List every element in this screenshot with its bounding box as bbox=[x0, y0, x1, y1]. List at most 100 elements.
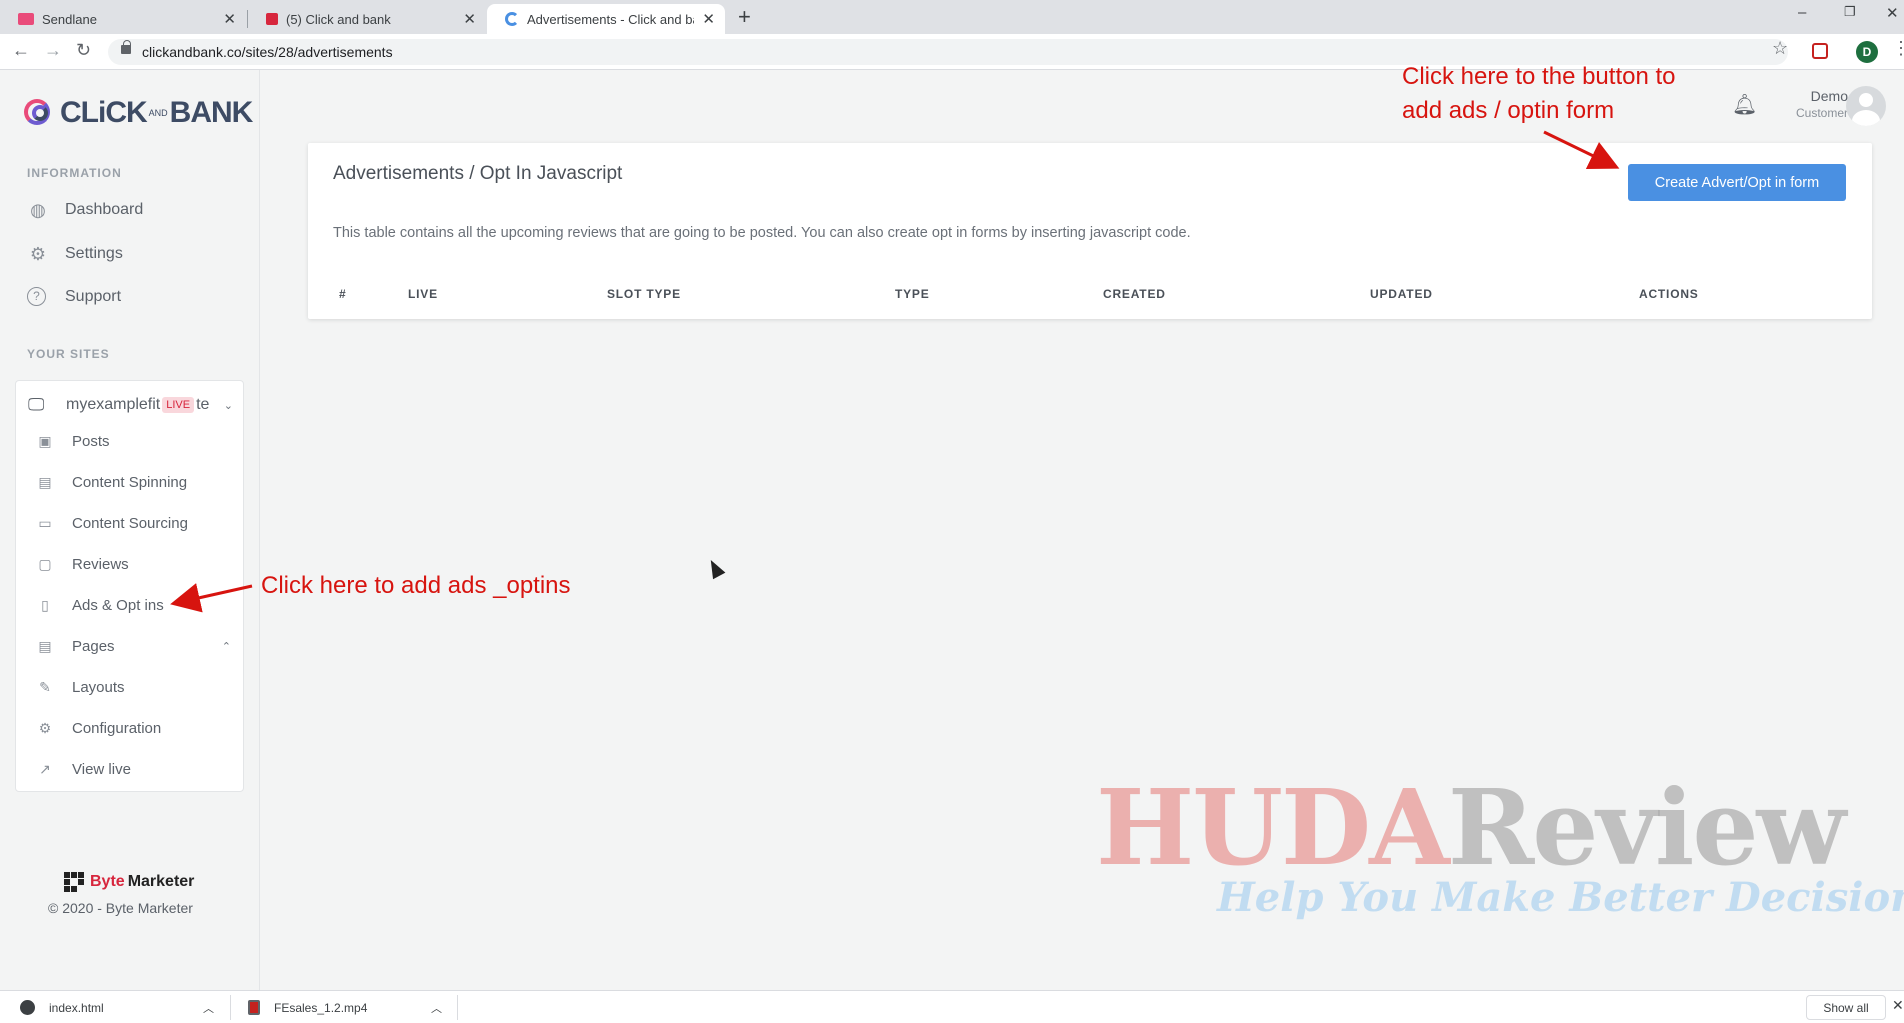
sidebar-item-support[interactable]: ? Support bbox=[27, 287, 121, 306]
user-avatar[interactable] bbox=[1846, 86, 1886, 126]
sidebar-item-settings[interactable]: ⚙ Settings bbox=[27, 243, 123, 265]
click-and-bank-favicon-icon bbox=[266, 13, 278, 25]
profile-avatar[interactable]: D bbox=[1856, 41, 1878, 63]
brand-byte: Byte bbox=[90, 873, 125, 890]
sidebar-item-content-spinning[interactable]: ▤ Content Spinning bbox=[36, 474, 231, 491]
copyright: © 2020 - Byte Marketer bbox=[48, 900, 193, 916]
download-item-index[interactable]: index.html ︿ bbox=[20, 991, 214, 1023]
url-text: clickandbank.co/sites/28/advertisements bbox=[142, 44, 393, 60]
column-header-number: # bbox=[339, 287, 347, 301]
sidebar-item-label: Reviews bbox=[72, 556, 129, 573]
download-divider bbox=[457, 995, 458, 1020]
annotation-ads-optins: Click here to add ads _optins bbox=[261, 572, 571, 599]
sidebar-item-label: Support bbox=[65, 287, 122, 305]
comment-icon: ▢ bbox=[38, 556, 52, 572]
sidebar-item-reviews[interactable]: ▢ Reviews bbox=[36, 556, 231, 573]
download-filename: index.html bbox=[49, 1000, 104, 1015]
new-tab-icon[interactable]: + bbox=[738, 4, 751, 30]
your-sites-heading: YOUR SITES bbox=[27, 347, 110, 361]
sidebar-item-label: Ads & Opt ins bbox=[72, 597, 164, 614]
download-filename: FEsales_1.2.mp4 bbox=[274, 1000, 368, 1015]
site-selector[interactable]: 🖵 myexamplefit LIVE te ⌄ bbox=[28, 393, 233, 417]
extension-icon[interactable] bbox=[1812, 43, 1828, 59]
page-description: This table contains all the upcoming rev… bbox=[333, 225, 1191, 241]
sidebar: CLiCK AND BANK INFORMATION ◍ Dashboard ⚙… bbox=[0, 70, 260, 990]
download-divider bbox=[230, 995, 231, 1020]
sidebar-item-label: Content Sourcing bbox=[72, 515, 188, 532]
gear-icon: ⚙ bbox=[29, 244, 47, 264]
live-badge: LIVE bbox=[162, 397, 195, 413]
external-link-icon: ↗ bbox=[39, 761, 51, 777]
sidebar-item-label: Dashboard bbox=[65, 201, 144, 218]
back-icon[interactable]: ← bbox=[12, 40, 30, 61]
close-icon[interactable]: ✕ bbox=[463, 10, 476, 28]
window-close-icon[interactable]: ✕ bbox=[1886, 4, 1899, 22]
tab-title: (5) Click and bank bbox=[286, 11, 391, 27]
posts-icon: ▣ bbox=[38, 433, 52, 449]
site-name-start: myexamplefit bbox=[66, 396, 161, 413]
downloads-bar: index.html ︿ FEsales_1.2.mp4 ︿ Show all … bbox=[0, 990, 1904, 1023]
user-name[interactable]: Demo bbox=[1778, 88, 1848, 104]
watermark-title: HUDAReview bbox=[1096, 776, 1846, 880]
column-header-updated: UPDATED bbox=[1370, 287, 1433, 301]
chevron-down-icon[interactable]: ⌄ bbox=[224, 399, 233, 412]
chevron-up-icon[interactable]: ︿ bbox=[431, 1000, 442, 1016]
browser-tab-click-and-bank[interactable]: (5) Click and bank ✕ bbox=[248, 4, 486, 34]
browser-menu-icon[interactable]: ⋮ bbox=[1892, 38, 1904, 59]
download-item-mp4[interactable]: FEsales_1.2.mp4 ︿ bbox=[248, 991, 442, 1023]
create-advert-button[interactable]: Create Advert/Opt in form bbox=[1628, 164, 1846, 201]
column-header-actions: ACTIONS bbox=[1639, 287, 1699, 301]
sidebar-item-content-sourcing[interactable]: ▭ Content Sourcing bbox=[36, 515, 231, 532]
site-name-end: te bbox=[196, 396, 210, 413]
help-icon: ? bbox=[27, 287, 46, 306]
watermark-tagline: Help You Make Better Decisions bbox=[1217, 874, 1904, 921]
sidebar-item-configuration[interactable]: ⚙ Configuration bbox=[36, 720, 231, 737]
minimize-icon[interactable]: – bbox=[1798, 4, 1806, 21]
close-icon[interactable]: ✕ bbox=[702, 10, 715, 28]
sidebar-item-label: Layouts bbox=[72, 679, 125, 696]
forward-icon[interactable]: → bbox=[44, 40, 62, 61]
cog-icon: ⚙ bbox=[38, 720, 52, 736]
archive-icon: ▭ bbox=[38, 515, 52, 531]
mouse-cursor-icon bbox=[704, 556, 726, 580]
monitor-icon: 🖵 bbox=[28, 395, 45, 414]
sidebar-item-posts[interactable]: ▣ Posts bbox=[36, 433, 231, 450]
lock-icon bbox=[121, 40, 131, 54]
sidebar-item-ads-opt-ins[interactable]: ▯ Ads & Opt ins bbox=[36, 597, 231, 614]
restore-icon[interactable]: ❐ bbox=[1844, 4, 1856, 20]
tab-title: Advertisements - Click and bank bbox=[527, 11, 694, 27]
browser-tab-advertisements[interactable]: Advertisements - Click and bank ✕ bbox=[487, 4, 725, 34]
sidebar-item-view-live[interactable]: ↗ View live bbox=[36, 761, 231, 778]
tablet-icon: ▯ bbox=[41, 597, 49, 613]
sidebar-item-pages[interactable]: ▤ Pages ⌃ bbox=[36, 638, 231, 655]
advertisements-card: Advertisements / Opt In Javascript Creat… bbox=[308, 143, 1872, 319]
close-icon[interactable]: ✕ bbox=[223, 10, 236, 28]
pen-icon: ✎ bbox=[39, 679, 51, 695]
show-all-button[interactable]: Show all bbox=[1806, 995, 1886, 1020]
sidebar-item-label: Content Spinning bbox=[72, 474, 188, 491]
reload-icon[interactable]: ↻ bbox=[76, 40, 91, 61]
user-role: Customer bbox=[1795, 106, 1848, 120]
logo-text-and: AND bbox=[148, 108, 168, 118]
logo-mark-icon bbox=[24, 97, 56, 129]
sidebar-item-layouts[interactable]: ✎ Layouts bbox=[36, 679, 231, 696]
logo-text-bank: BANK bbox=[169, 96, 254, 129]
pages-icon: ▤ bbox=[38, 638, 52, 654]
click-and-bank-logo[interactable]: CLiCK AND BANK bbox=[24, 96, 254, 130]
annotation-line: add ads / optin form bbox=[1402, 97, 1615, 124]
globe-icon: ◍ bbox=[30, 200, 46, 220]
column-header-live: LIVE bbox=[408, 287, 438, 301]
chrome-file-icon bbox=[20, 1000, 35, 1015]
sidebar-item-dashboard[interactable]: ◍ Dashboard bbox=[27, 199, 143, 221]
notification-bell-icon[interactable]: 🔔︎ bbox=[1732, 92, 1757, 117]
watermark-huda: HUDA bbox=[1096, 766, 1450, 889]
chevron-up-icon[interactable]: ︿ bbox=[203, 1000, 214, 1016]
video-file-icon bbox=[248, 1000, 260, 1015]
browser-tab-bar: Sendlane ✕ (5) Click and bank ✕ Advertis… bbox=[0, 0, 1904, 34]
browser-tab-sendlane[interactable]: Sendlane ✕ bbox=[0, 4, 246, 34]
sidebar-item-label: Configuration bbox=[72, 720, 162, 737]
chevron-up-icon[interactable]: ⌃ bbox=[222, 640, 231, 653]
close-downloads-icon[interactable]: ✕ bbox=[1892, 997, 1904, 1014]
column-header-slot-type: SLOT TYPE bbox=[607, 287, 681, 301]
bookmark-star-icon[interactable]: ☆ bbox=[1772, 38, 1788, 59]
